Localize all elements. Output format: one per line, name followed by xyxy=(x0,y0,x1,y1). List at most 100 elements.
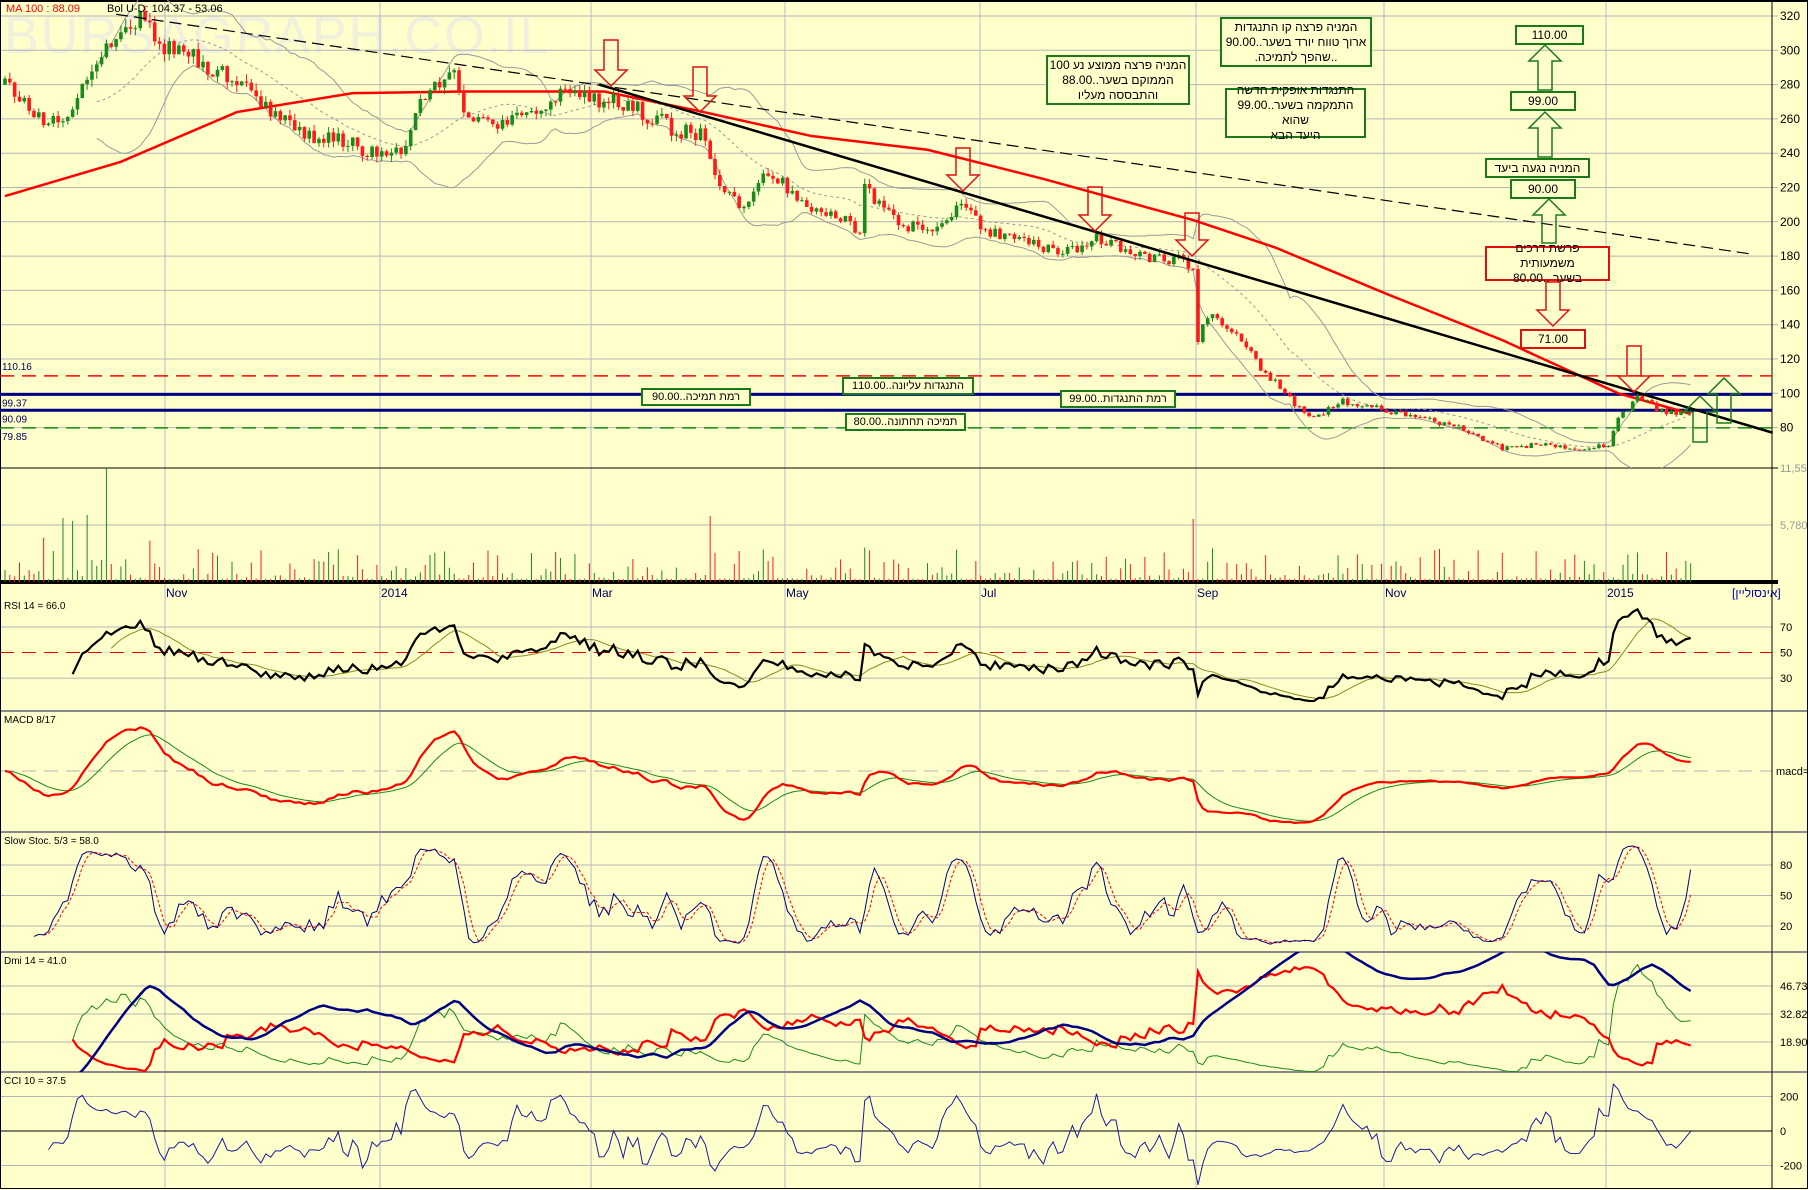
label-resistance-level: רמת התנגדות..99.00 xyxy=(1060,390,1176,408)
candle-body xyxy=(887,207,891,210)
candle-body xyxy=(1022,236,1026,238)
adx-line xyxy=(78,952,1692,1072)
annotation-line: ארוך טווח יורד בשער..90.00 xyxy=(1225,34,1367,49)
price-tick-label: 280 xyxy=(1780,78,1800,92)
candle-body xyxy=(326,132,331,143)
level-label: 99.37 xyxy=(2,398,27,409)
level-label: 79.85 xyxy=(2,432,27,443)
annotation-line: והתבססה מעליו xyxy=(1077,87,1159,102)
candle-body xyxy=(597,93,601,108)
rsi-line-group xyxy=(71,607,1691,703)
candle-body xyxy=(631,101,635,111)
candle-body xyxy=(553,101,558,103)
candle-body xyxy=(901,225,906,227)
candle-body xyxy=(157,41,162,44)
candle-body xyxy=(1592,448,1596,450)
red-down-arrow xyxy=(593,39,629,88)
candle-body xyxy=(1611,431,1616,446)
candle-body xyxy=(843,215,848,222)
candle-body xyxy=(244,81,249,83)
candle-body xyxy=(940,223,944,227)
candle-body xyxy=(1486,441,1490,443)
annotation-line: הממוקם בשער..88.00 xyxy=(1062,72,1174,87)
candle-body xyxy=(780,177,785,184)
candle-body xyxy=(225,66,229,83)
cci-tick-label: -200 xyxy=(1780,1161,1802,1173)
macd-tick-label: macd=0 xyxy=(1776,766,1808,778)
candle-body xyxy=(602,101,606,108)
candle-body xyxy=(1167,261,1171,265)
candle-body xyxy=(1635,395,1640,402)
candle-body xyxy=(1283,388,1287,394)
dmi-tick-label: 46.73 xyxy=(1780,981,1808,993)
candle-body xyxy=(27,97,31,111)
candle-body xyxy=(495,124,500,129)
candle-body xyxy=(993,228,997,237)
candle-body xyxy=(133,28,138,30)
ma100-line xyxy=(4,90,1692,416)
candle-body xyxy=(862,184,867,234)
price-tick-label: 180 xyxy=(1780,249,1800,263)
candle-body xyxy=(264,101,268,107)
candle-body xyxy=(1157,254,1162,256)
candle-body xyxy=(321,138,326,143)
candle-body xyxy=(969,207,973,211)
candle-body xyxy=(703,128,708,141)
candle-body xyxy=(776,178,780,184)
candle-body xyxy=(548,101,553,110)
annotation-line: המניה פרצה ממוצע נע 100 xyxy=(1049,57,1187,72)
candle-body xyxy=(1225,325,1229,329)
candle-body xyxy=(920,224,925,230)
candle-body xyxy=(1060,253,1065,255)
candle-body xyxy=(626,101,630,111)
candle-body xyxy=(70,109,75,118)
candle-body xyxy=(1312,416,1316,418)
candle-body xyxy=(1606,445,1611,448)
candle-body xyxy=(1539,444,1543,446)
target-box-90: 90.00 xyxy=(1510,179,1576,199)
dmi-plus-line xyxy=(72,963,1691,1072)
candle-body xyxy=(8,78,12,83)
candle-body xyxy=(1123,249,1128,252)
rsi-tick-label: 30 xyxy=(1780,673,1792,685)
cci-line-group xyxy=(48,1083,1692,1186)
cci-label: CCI 10 = 37.5 xyxy=(4,1076,66,1087)
candle-body xyxy=(1273,379,1278,381)
candle-body xyxy=(1428,417,1432,419)
candle-body xyxy=(85,79,89,84)
candle-body xyxy=(1597,444,1601,449)
candle-body xyxy=(983,229,988,231)
candle-body xyxy=(90,71,94,80)
candle-body xyxy=(447,72,452,80)
annotation-line: המניה פרצה קו התנגדות xyxy=(1234,19,1358,34)
dmi-label: Dmi 14 = 41.0 xyxy=(4,956,67,967)
candle-body xyxy=(17,96,22,102)
month-label: 2014 xyxy=(381,586,408,600)
candle-body xyxy=(684,124,688,139)
candle-body xyxy=(1601,444,1606,448)
candle-body xyxy=(1630,401,1635,411)
candle-body xyxy=(1234,332,1239,334)
candle-body xyxy=(949,217,954,221)
rsi-signal-line-group xyxy=(110,618,1691,700)
annotation-ma-break: המניה פרצה ממוצע נע 100 הממוקם בשער..88.… xyxy=(1046,55,1190,105)
candle-body xyxy=(466,112,471,118)
stoch-tick-label: 50 xyxy=(1780,891,1792,903)
candle-body xyxy=(1036,239,1041,247)
candle-body xyxy=(1109,239,1113,246)
price-tick-label: 200 xyxy=(1780,215,1800,229)
candle-body xyxy=(1519,446,1524,448)
label-upper-resistance: התנגדות עליונה..110.00 xyxy=(842,377,974,395)
candle-body xyxy=(1070,245,1075,247)
candle-body xyxy=(1645,400,1649,402)
candle-body xyxy=(1669,410,1674,415)
candle-body xyxy=(148,20,152,23)
candle-body xyxy=(1249,347,1253,352)
candle-body xyxy=(1548,443,1553,445)
cci-line xyxy=(48,1083,1692,1186)
candle-body xyxy=(1215,314,1220,319)
candle-body xyxy=(1118,241,1123,252)
candle-body xyxy=(988,229,993,237)
candle-body xyxy=(959,203,964,206)
candle-body xyxy=(297,126,302,131)
